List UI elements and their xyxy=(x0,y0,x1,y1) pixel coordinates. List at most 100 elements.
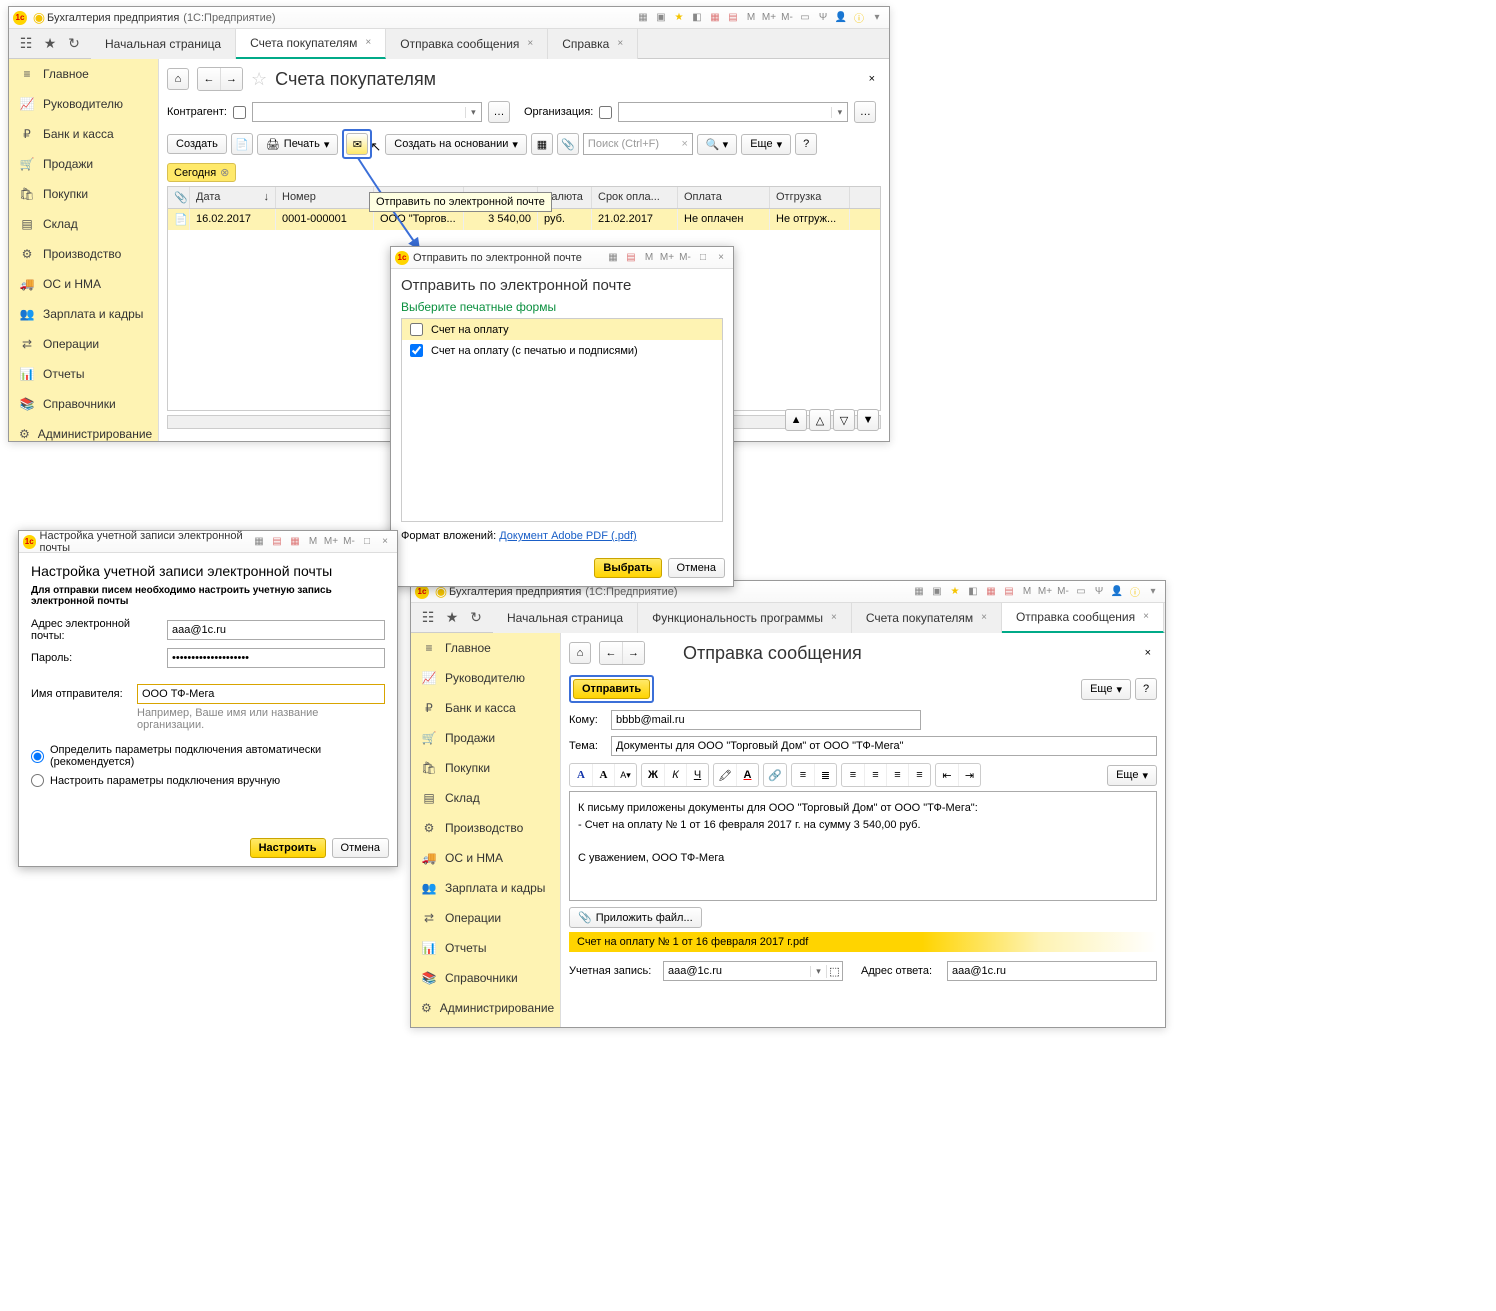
sidebar-item[interactable]: 🛒Продажи xyxy=(9,149,158,179)
tb-icon[interactable]: ▦ xyxy=(635,10,651,26)
m-plus-icon[interactable]: M+ xyxy=(323,534,339,550)
nav-last[interactable]: ▼ xyxy=(857,409,879,431)
calendar-icon[interactable]: ▦ xyxy=(707,10,723,26)
tb-icon[interactable]: ▦ xyxy=(287,534,303,550)
col-clip[interactable]: 📎 xyxy=(168,187,190,208)
sidebar-item[interactable]: 🛍Покупки xyxy=(9,179,158,209)
close-icon[interactable]: × xyxy=(863,73,881,85)
combo-counterparty[interactable]: ▾ xyxy=(252,102,482,122)
sidebar-item[interactable]: ⚙Производство xyxy=(9,239,158,269)
tab-send[interactable]: Отправка сообщения× xyxy=(1002,603,1164,633)
bullets-btn[interactable]: ≡ xyxy=(792,764,814,786)
combo-org[interactable]: ▾ xyxy=(618,102,848,122)
sidebar-item[interactable]: 🚚ОС и НМА xyxy=(9,269,158,299)
pwd-input[interactable] xyxy=(167,648,385,668)
tab-send[interactable]: Отправка сообщения× xyxy=(386,29,548,59)
tb-icon[interactable]: ◧ xyxy=(965,584,981,600)
dots-button[interactable]: … xyxy=(488,101,510,123)
help-button[interactable]: ? xyxy=(795,133,817,155)
back-icon[interactable]: ◉ xyxy=(31,10,47,26)
bold-btn[interactable]: Ж xyxy=(642,764,664,786)
sidebar-item[interactable]: ≡Главное xyxy=(411,633,560,663)
close-icon[interactable]: × xyxy=(617,38,623,49)
hilite-btn[interactable]: 🖍 xyxy=(714,764,736,786)
copy-button[interactable]: 📄 xyxy=(231,133,253,155)
m-plus-icon[interactable]: M+ xyxy=(761,10,777,26)
forward-button[interactable]: → xyxy=(622,642,644,664)
tb-icon[interactable]: ▣ xyxy=(653,10,669,26)
col-due[interactable]: Срок опла... xyxy=(592,187,678,208)
star-icon[interactable]: ★ xyxy=(671,10,687,26)
close-icon[interactable]: × xyxy=(713,250,729,266)
col-date[interactable]: Дата ↓ xyxy=(190,187,276,208)
tb-icon[interactable]: ▦ xyxy=(251,534,267,550)
form-checkbox[interactable] xyxy=(410,344,423,357)
star-icon[interactable]: ★ xyxy=(947,584,963,600)
tab-invoices[interactable]: Счета покупателям× xyxy=(852,603,1002,633)
sidebar-item[interactable]: 📚Справочники xyxy=(411,963,560,993)
account-combo[interactable]: aaa@1c.ru▾⬚ xyxy=(663,961,843,981)
indent-btn[interactable]: ⇥ xyxy=(958,764,980,786)
m-minus-icon[interactable]: M- xyxy=(1055,584,1071,600)
tab-help[interactable]: Справка× xyxy=(548,29,638,59)
close-icon[interactable]: × xyxy=(527,38,533,49)
back-button[interactable]: ← xyxy=(600,642,622,664)
back-button[interactable]: ← xyxy=(198,68,220,90)
attachment-bar[interactable]: Счет на оплату № 1 от 16 февраля 2017 г.… xyxy=(569,932,1157,952)
color-btn[interactable]: А xyxy=(736,764,758,786)
dropdown-icon[interactable]: ▾ xyxy=(1145,584,1161,600)
form-checkbox[interactable] xyxy=(410,323,423,336)
reply-combo[interactable]: aaa@1c.ru xyxy=(947,961,1157,981)
tb-icon[interactable]: ▦ xyxy=(911,584,927,600)
apps-icon[interactable]: ☷ xyxy=(17,35,35,53)
close-icon[interactable]: × xyxy=(365,37,371,48)
cancel-button[interactable]: Отмена xyxy=(668,558,725,578)
dots-button[interactable]: … xyxy=(854,101,876,123)
select-button[interactable]: Выбрать xyxy=(594,558,661,578)
home-button[interactable]: ⌂ xyxy=(167,68,189,90)
underline-btn[interactable]: Ч xyxy=(686,764,708,786)
close-icon[interactable]: × xyxy=(981,612,987,623)
sender-input[interactable] xyxy=(137,684,385,704)
m-minus-icon[interactable]: M- xyxy=(341,534,357,550)
close-icon[interactable]: × xyxy=(831,612,837,623)
sidebar-item[interactable]: 🚚ОС и НМА xyxy=(411,843,560,873)
email-body[interactable]: К письму приложены документы для ООО "То… xyxy=(569,791,1157,901)
restore-icon[interactable]: □ xyxy=(359,534,375,550)
table-row[interactable]: 📄 16.02.2017 0001-000001 ООО "Торгов... … xyxy=(168,209,880,230)
close-icon[interactable]: ⊗ xyxy=(220,166,229,179)
tab-home[interactable]: Начальная страница xyxy=(91,29,236,59)
col-ship[interactable]: Отгрузка xyxy=(770,187,850,208)
print-button[interactable]: 🖨 Печать ▾ xyxy=(257,134,339,155)
m-icon[interactable]: M xyxy=(305,534,321,550)
find-button[interactable]: 🔍 ▾ xyxy=(697,134,737,155)
nav-up[interactable]: △ xyxy=(809,409,831,431)
calc-icon[interactable]: ▤ xyxy=(725,10,741,26)
col-num[interactable]: Номер xyxy=(276,187,374,208)
link-btn[interactable]: 🔗 xyxy=(764,764,786,786)
sidebar-item[interactable]: 📊Отчеты xyxy=(9,359,158,389)
sidebar-item[interactable]: ▤Склад xyxy=(411,783,560,813)
outdent-btn[interactable]: ⇤ xyxy=(936,764,958,786)
sidebar-item[interactable]: ≡Главное xyxy=(9,59,158,89)
sidebar-item[interactable]: 👥Зарплата и кадры xyxy=(411,873,560,903)
tb-icon[interactable]: ▤ xyxy=(269,534,285,550)
chk-org[interactable] xyxy=(599,106,612,119)
font-btn[interactable]: A xyxy=(570,764,592,786)
more-button[interactable]: Еще ▾ xyxy=(1081,679,1131,700)
calendar-icon[interactable]: ▦ xyxy=(983,584,999,600)
fontsize-btn[interactable]: A xyxy=(592,764,614,786)
m-plus-icon[interactable]: M+ xyxy=(659,250,675,266)
attach-button[interactable]: 📎 Приложить файл... xyxy=(569,907,702,928)
sidebar-item[interactable]: ₽Банк и касса xyxy=(411,693,560,723)
to-input[interactable] xyxy=(611,710,921,730)
info-icon[interactable]: ⓘ xyxy=(1127,584,1143,600)
sidebar-item[interactable]: ⚙Администрирование xyxy=(9,419,158,449)
dropdown-icon[interactable]: ▾ xyxy=(869,10,885,26)
radio-manual[interactable] xyxy=(31,774,44,787)
sidebar-item[interactable]: ⇄Операции xyxy=(411,903,560,933)
create-based-button[interactable]: Создать на основании ▾ xyxy=(385,134,527,155)
create-button[interactable]: Создать xyxy=(167,134,227,154)
configure-button[interactable]: Настроить xyxy=(250,838,326,858)
today-chip[interactable]: Сегодня⊗ xyxy=(167,163,236,182)
